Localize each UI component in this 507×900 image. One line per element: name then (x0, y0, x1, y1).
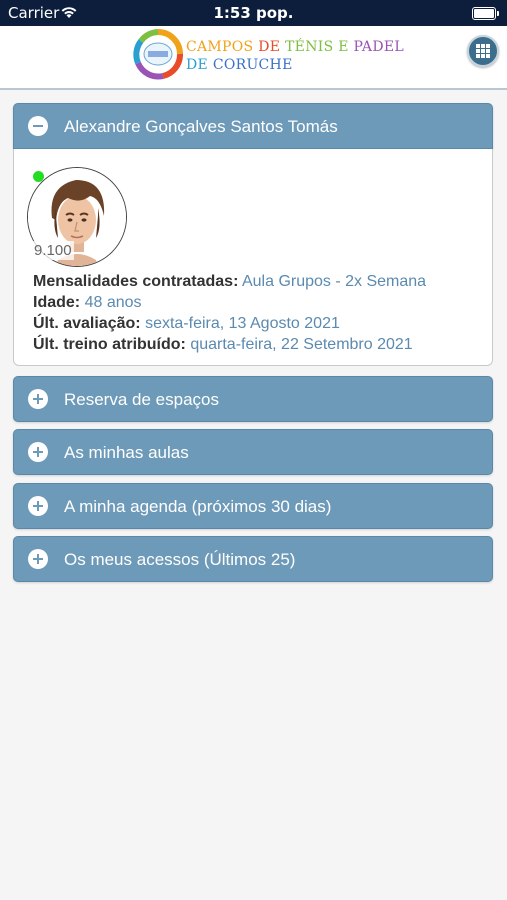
brand-line-1: CAMPOS DE TÉNIS E PADEL (186, 39, 404, 55)
profile-info: Mensalidades contratadas: Aula Grupos - … (33, 271, 426, 355)
section-title: Reserva de espaços (64, 390, 219, 409)
info-row-last-training: Últ. treino atribuído: quarta-feira, 22 … (33, 336, 413, 353)
expand-plus-icon (28, 549, 48, 569)
status-bar: Carrier 1:53 pop. (0, 0, 507, 26)
section-minhas-aulas[interactable]: As minhas aulas (13, 429, 493, 475)
brand-title: CAMPOS DE TÉNIS E PADEL DE CORUCHE (186, 38, 404, 74)
section-reserva-espacos[interactable]: Reserva de espaços (13, 376, 493, 422)
section-header[interactable]: A minha agenda (próximos 30 dias) (13, 483, 493, 529)
club-logo-icon[interactable] (133, 29, 183, 81)
section-minha-agenda[interactable]: A minha agenda (próximos 30 dias) (13, 483, 493, 529)
grid-menu-icon (476, 44, 490, 58)
section-header[interactable]: Reserva de espaços (13, 376, 493, 422)
info-row-last-evaluation: Últ. avaliação: sexta-feira, 13 Agosto 2… (33, 315, 340, 332)
clock: 1:53 pop. (213, 4, 294, 22)
expand-plus-icon (28, 389, 48, 409)
player-score: 9.100 (32, 241, 74, 260)
profile-panel-header[interactable]: Alexandre Gonçalves Santos Tomás (13, 103, 493, 149)
battery-icon (472, 7, 499, 20)
collapse-minus-icon (28, 116, 48, 136)
brand-line-2: DE CORUCHE (186, 57, 293, 73)
section-title: A minha agenda (próximos 30 dias) (64, 497, 332, 516)
info-row-age: Idade: 48 anos (33, 294, 142, 311)
section-header[interactable]: Os meus acessos (Últimos 25) (13, 536, 493, 582)
expand-plus-icon (28, 496, 48, 516)
section-title: As minhas aulas (64, 443, 189, 462)
info-row-subscriptions: Mensalidades contratadas: Aula Grupos - … (33, 273, 427, 290)
grid-menu-button[interactable] (467, 35, 499, 67)
section-title: Os meus acessos (Últimos 25) (64, 550, 296, 569)
online-status-dot (33, 171, 44, 182)
app-header: CAMPOS DE TÉNIS E PADEL DE CORUCHE (0, 26, 507, 90)
section-header[interactable]: As minhas aulas (13, 429, 493, 475)
profile-panel: Alexandre Gonçalves Santos Tomás 9.100 M… (13, 103, 493, 366)
expand-plus-icon (28, 442, 48, 462)
profile-panel-body: 9.100 Mensalidades contratadas: Aula Gru… (13, 149, 493, 366)
section-meus-acessos[interactable]: Os meus acessos (Últimos 25) (13, 536, 493, 582)
profile-name: Alexandre Gonçalves Santos Tomás (64, 117, 338, 136)
